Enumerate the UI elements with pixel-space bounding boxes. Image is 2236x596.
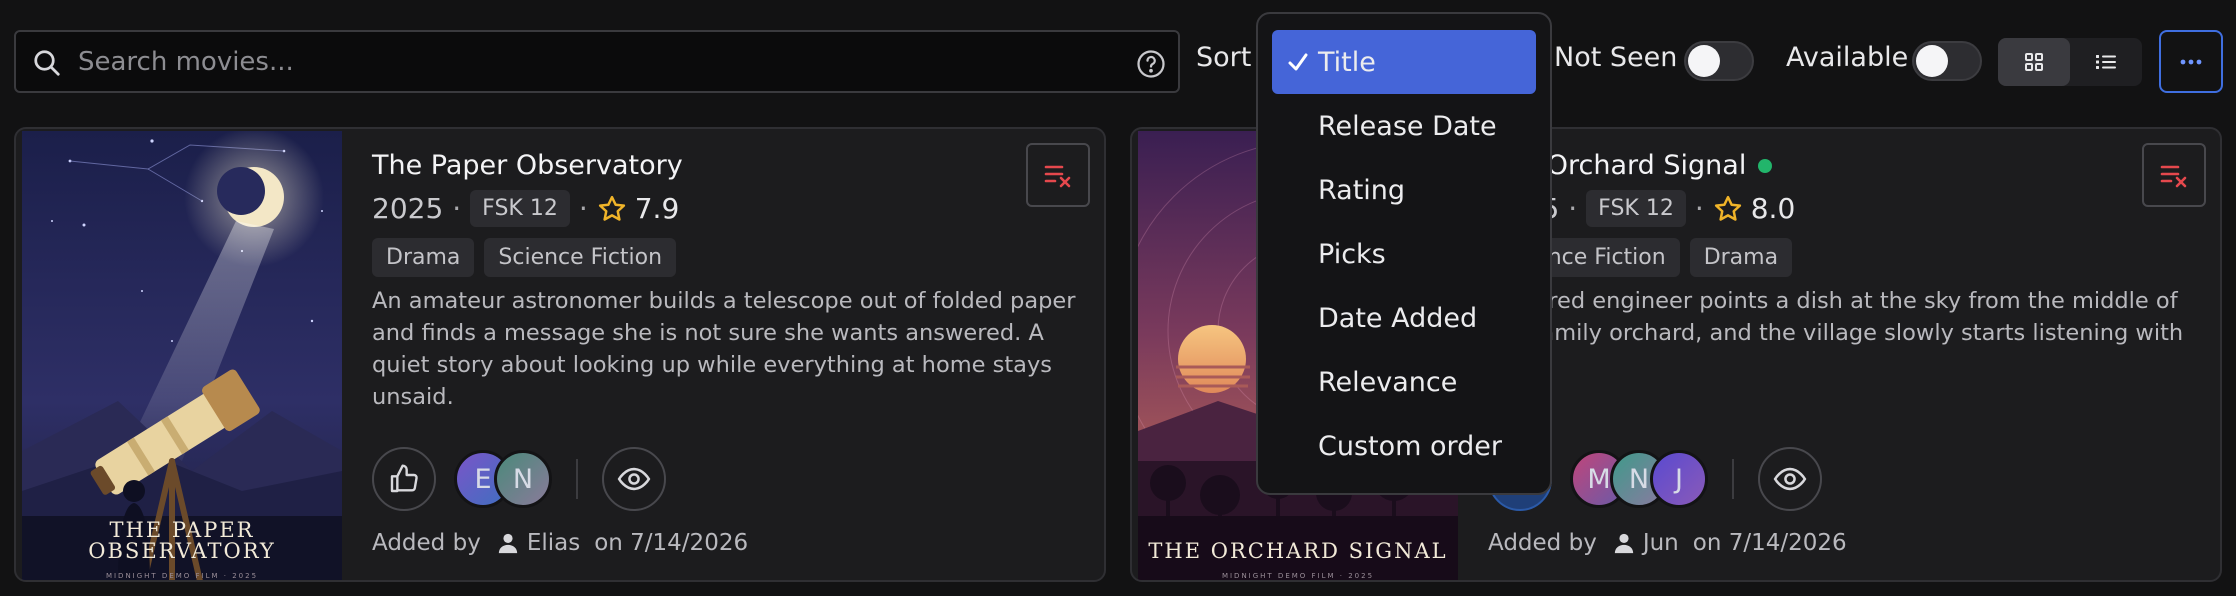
user-icon — [1614, 533, 1633, 554]
sort-option-picks[interactable]: Picks — [1272, 222, 1536, 286]
movie-description: An amateur astronomer builds a telescope… — [372, 288, 1076, 410]
more-options-button[interactable] — [2159, 30, 2223, 93]
sort-option-label: Date Added — [1318, 302, 1478, 334]
movie-year: 2025 — [372, 192, 444, 225]
meta-separator: · — [578, 192, 588, 225]
user-icon — [498, 533, 517, 554]
movie-description: A retired engineer points a dish at the … — [1488, 288, 2184, 378]
added-date: on 7/14/2026 — [594, 530, 749, 556]
help-icon[interactable] — [1136, 49, 1166, 79]
available-toggle[interactable] — [1912, 41, 1982, 81]
divider — [1732, 459, 1734, 499]
eye-icon — [1773, 467, 1807, 491]
sort-dropdown-menu: Title Release Date Rating Picks Date Add… — [1256, 12, 1552, 495]
movie-poster[interactable]: THE PAPER OBSERVATORY MIDNIGHT DEMO FILM… — [22, 131, 342, 580]
movie-title[interactable]: The Paper Observatory — [372, 150, 683, 181]
avatar[interactable]: J — [1650, 450, 1708, 508]
genre-list: Drama Science Fiction — [372, 238, 677, 277]
added-date: on 7/14/2026 — [1692, 530, 1847, 556]
picker-avatars: E N — [454, 450, 552, 508]
search-icon — [34, 50, 60, 76]
mark-seen-button[interactable] — [602, 447, 666, 511]
sort-option-custom-order[interactable]: Custom order — [1272, 414, 1536, 478]
meta-separator: · — [1568, 192, 1578, 225]
list-view-button[interactable] — [2070, 38, 2142, 86]
movie-card[interactable]: THE PAPER OBSERVATORY MIDNIGHT DEMO FILM… — [14, 127, 1106, 582]
avatar-initial: M — [1587, 463, 1611, 495]
age-rating-badge: FSK 12 — [1586, 190, 1686, 227]
star-icon — [598, 195, 625, 221]
playlist-remove-icon — [1044, 165, 1071, 188]
movie-meta: 2025 · FSK 12 · 7.9 — [372, 190, 679, 227]
not-seen-toggle[interactable] — [1684, 41, 1754, 81]
poster-title: THE ORCHARD SIGNAL — [1148, 539, 1448, 563]
toggle-knob — [1688, 45, 1720, 77]
available-label: Available — [1786, 42, 1909, 73]
grid-view-button[interactable] — [1998, 38, 2070, 86]
avatar[interactable]: N — [494, 450, 552, 508]
toggle-knob — [1916, 45, 1948, 77]
movie-title-text: The Paper Observatory — [372, 150, 683, 181]
eye-icon — [617, 467, 651, 491]
genre-tag: Drama — [1689, 238, 1793, 277]
meta-separator: · — [1694, 192, 1704, 225]
avatar-initial: N — [512, 463, 534, 495]
added-by-label: Added by — [1488, 530, 1597, 556]
playlist-remove-icon — [2160, 165, 2187, 188]
not-seen-label: Not Seen — [1554, 42, 1678, 73]
genre-tag: Drama — [372, 238, 475, 277]
poster-subtitle: MIDNIGHT DEMO FILM · 2025 — [105, 572, 259, 580]
star-icon — [1714, 195, 1741, 221]
grid-icon — [2025, 53, 2043, 71]
sort-option-label: Rating — [1318, 174, 1406, 206]
sort-option-label: Title — [1318, 46, 1376, 78]
movie-rating: 8.0 — [1750, 192, 1796, 225]
card-actions: E N — [372, 447, 666, 511]
poster-title: THE PAPER OBSERVATORY — [88, 518, 276, 563]
sort-option-label: Relevance — [1318, 366, 1458, 398]
sort-option-release-date[interactable]: Release Date — [1272, 94, 1536, 158]
mark-seen-button[interactable] — [1758, 447, 1822, 511]
more-horizontal-icon — [2180, 59, 2202, 64]
view-mode-switch — [1998, 38, 2142, 86]
search-box — [14, 30, 1180, 93]
sort-option-label: Custom order — [1318, 430, 1503, 462]
poster-subtitle: MIDNIGHT DEMO FILM · 2025 — [1221, 572, 1375, 580]
added-by-label: Added by — [372, 530, 481, 556]
added-by-info: Added by Jun on 7/14/2026 — [1488, 530, 1847, 556]
check-icon — [1288, 53, 1308, 71]
remove-from-list-button[interactable] — [1026, 143, 1090, 207]
movie-rating: 7.9 — [634, 192, 680, 225]
pick-button[interactable] — [372, 447, 436, 511]
added-by-user: Elias — [526, 530, 581, 556]
sort-option-title[interactable]: Title — [1272, 30, 1536, 94]
thumbs-up-icon — [390, 464, 418, 493]
genre-tag: Science Fiction — [484, 238, 677, 277]
search-input[interactable] — [78, 40, 1108, 84]
divider — [576, 459, 578, 499]
added-by-info: Added by Elias on 7/14/2026 — [372, 530, 748, 556]
sort-option-relevance[interactable]: Relevance — [1272, 350, 1536, 414]
poster-art-observatory — [22, 131, 342, 580]
meta-separator: · — [452, 192, 462, 225]
sort-option-date-added[interactable]: Date Added — [1272, 286, 1536, 350]
added-by-user: Jun — [1642, 530, 1679, 556]
avatar-initial: J — [1675, 463, 1683, 495]
sort-option-rating[interactable]: Rating — [1272, 158, 1536, 222]
list-icon — [2096, 55, 2116, 69]
age-rating-badge: FSK 12 — [470, 190, 570, 227]
sort-option-label: Picks — [1318, 238, 1386, 270]
available-status-dot — [1758, 158, 1773, 173]
remove-from-list-button[interactable] — [2142, 143, 2206, 207]
avatar-initial: N — [1628, 463, 1650, 495]
picker-avatars: M N J — [1570, 450, 1708, 508]
sort-option-label: Release Date — [1318, 110, 1497, 142]
avatar-initial: E — [474, 463, 492, 495]
